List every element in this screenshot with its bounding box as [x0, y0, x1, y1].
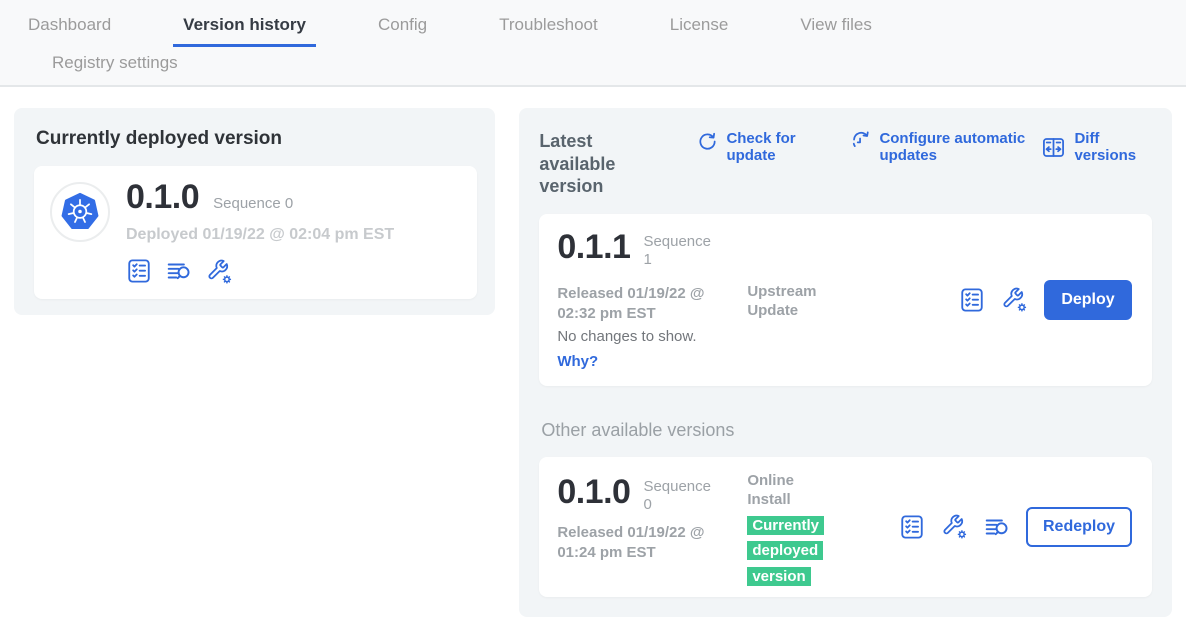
tab-config[interactable]: Config — [368, 0, 437, 47]
available-updates-panel: Latest available version Check for updat… — [519, 108, 1172, 617]
schedule-update-icon — [850, 131, 871, 165]
version-number: 0.1.0 — [557, 475, 630, 511]
tab-dashboard[interactable]: Dashboard — [18, 0, 121, 47]
currently-deployed-badge: Currently deployed version — [747, 516, 824, 586]
version-number: 0.1.1 — [557, 230, 630, 266]
nav-row-2: Registry settings — [18, 47, 1186, 85]
main-content: Currently deployed version — [0, 87, 1186, 617]
configure-updates-link[interactable]: Configure automatic updates — [850, 130, 1041, 165]
updates-header: Latest available version Check for updat… — [539, 130, 1152, 198]
refresh-icon — [697, 131, 718, 165]
diff-versions-link[interactable]: Diff versions — [1041, 130, 1152, 165]
latest-card-actions: Deploy — [959, 280, 1132, 320]
check-for-update-link[interactable]: Check for update — [697, 130, 808, 165]
version-row: 0.1.1 Sequence 1 — [557, 230, 721, 269]
tab-troubleshoot[interactable]: Troubleshoot — [489, 0, 608, 47]
online-install-label: Online Install — [747, 471, 817, 510]
sequence-label: Sequence 0 — [213, 195, 293, 212]
tab-license[interactable]: License — [660, 0, 739, 47]
redeploy-button[interactable]: Redeploy — [1026, 507, 1132, 547]
release-timestamp: Released 01/19/22 @ 02:32 pm EST — [557, 284, 735, 325]
sequence-label: Sequence 1 — [643, 230, 721, 269]
deployed-timestamp: Deployed 01/19/22 @ 02:04 pm EST — [126, 226, 394, 244]
version-action-icons — [126, 258, 394, 285]
sequence-label: Sequence 0 — [643, 475, 721, 514]
preflight-checks-icon[interactable] — [126, 258, 152, 284]
latest-available-title: Latest available version — [539, 130, 671, 198]
edit-config-icon[interactable] — [206, 258, 233, 285]
top-nav: Dashboard Version history Config Trouble… — [0, 0, 1186, 87]
currently-deployed-title: Currently deployed version — [36, 128, 477, 150]
kubernetes-logo — [50, 182, 110, 242]
version-row: 0.1.0 Sequence 0 — [126, 180, 394, 216]
preflight-checks-icon[interactable] — [959, 287, 985, 313]
nav-row-1: Dashboard Version history Config Trouble… — [18, 0, 1186, 47]
upstream-source-label: Upstream Update — [747, 282, 867, 321]
tab-version-history[interactable]: Version history — [173, 0, 316, 47]
version-row: 0.1.0 Sequence 0 — [557, 475, 721, 514]
other-card-actions: Redeploy — [899, 507, 1132, 547]
view-logs-icon[interactable] — [166, 258, 192, 284]
other-versions-title: Other available versions — [541, 420, 1152, 441]
latest-version-card: 0.1.1 Sequence 1 Released 01/19/22 @ 02:… — [539, 214, 1152, 386]
currently-deployed-panel: Currently deployed version — [14, 108, 495, 315]
other-version-card: 0.1.0 Sequence 0 Online Install Currentl… — [539, 457, 1152, 597]
deployed-card-body: 0.1.0 Sequence 0 Deployed 01/19/22 @ 02:… — [126, 180, 394, 285]
edit-config-icon[interactable] — [1001, 286, 1028, 313]
preflight-checks-icon[interactable] — [899, 514, 925, 540]
view-logs-icon[interactable] — [984, 514, 1010, 540]
diff-versions-icon — [1041, 135, 1066, 160]
edit-config-icon[interactable] — [941, 513, 968, 540]
why-link[interactable]: Why? — [557, 353, 598, 370]
tab-view-files[interactable]: View files — [790, 0, 882, 47]
no-changes-text: No changes to show. — [557, 328, 696, 345]
currently-deployed-badge-wrap: Currently deployed version — [747, 513, 833, 590]
deploy-button[interactable]: Deploy — [1044, 280, 1132, 320]
tab-registry-settings[interactable]: Registry settings — [42, 47, 188, 85]
release-timestamp: Released 01/19/22 @ 01:24 pm EST — [557, 523, 735, 564]
currently-deployed-card: 0.1.0 Sequence 0 Deployed 01/19/22 @ 02:… — [34, 166, 477, 299]
version-number: 0.1.0 — [126, 180, 199, 216]
